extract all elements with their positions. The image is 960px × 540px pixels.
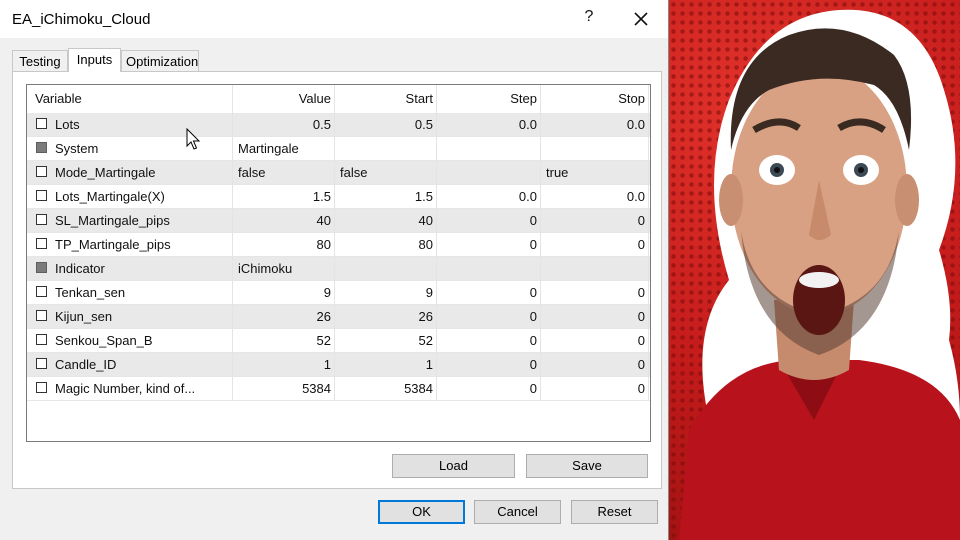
cell-variable: TP_Martingale_pips: [27, 233, 233, 256]
header-step[interactable]: Step: [437, 85, 541, 113]
cell-stop[interactable]: 0: [541, 233, 649, 256]
cell-stop[interactable]: 0: [541, 353, 649, 376]
cell-stop[interactable]: 0: [541, 281, 649, 304]
cell-start[interactable]: 1.5: [335, 185, 437, 208]
cell-value[interactable]: false: [233, 161, 335, 184]
cell-value[interactable]: 0.5: [233, 113, 335, 136]
reaction-photo: [669, 0, 960, 540]
cell-step[interactable]: [437, 257, 541, 280]
table-header: Variable Value Start Step Stop: [27, 85, 650, 114]
window-title: EA_iChimoku_Cloud: [12, 11, 151, 28]
cell-value[interactable]: 80: [233, 233, 335, 256]
cell-variable: Magic Number, kind of...: [27, 377, 233, 400]
ok-button[interactable]: OK: [378, 500, 465, 524]
cell-variable: Tenkan_sen: [27, 281, 233, 304]
cell-variable: Indicator: [27, 257, 233, 280]
cell-stop[interactable]: 0.0: [541, 113, 649, 136]
table-row[interactable]: Magic Number, kind of... 5384 5384 0 0: [27, 377, 650, 401]
title-bar: EA_iChimoku_Cloud ?: [0, 0, 668, 38]
cell-start[interactable]: 80: [335, 233, 437, 256]
cell-variable: Mode_Martingale: [27, 161, 233, 184]
tab-inputs[interactable]: Inputs: [68, 48, 121, 72]
table-row[interactable]: Indicator iChimoku: [27, 257, 650, 281]
table-row[interactable]: Kijun_sen 26 26 0 0: [27, 305, 650, 329]
cell-step[interactable]: 0.0: [437, 113, 541, 136]
table-row[interactable]: TP_Martingale_pips 80 80 0 0: [27, 233, 650, 257]
cell-value[interactable]: Martingale: [233, 137, 335, 160]
cell-start[interactable]: [335, 137, 437, 160]
table-row[interactable]: Lots 0.5 0.5 0.0 0.0: [27, 113, 650, 137]
close-icon[interactable]: [628, 6, 654, 32]
cell-start[interactable]: 9: [335, 281, 437, 304]
header-start[interactable]: Start: [335, 85, 437, 113]
cell-variable: Kijun_sen: [27, 305, 233, 328]
cell-value[interactable]: 5384: [233, 377, 335, 400]
header-value[interactable]: Value: [233, 85, 335, 113]
mouse-pointer-icon: [186, 127, 202, 152]
cell-step[interactable]: 0.0: [437, 185, 541, 208]
cell-start[interactable]: 5384: [335, 377, 437, 400]
header-variable[interactable]: Variable: [27, 85, 233, 113]
cell-start[interactable]: 1: [335, 353, 437, 376]
cell-stop[interactable]: 0: [541, 329, 649, 352]
cell-value[interactable]: 26: [233, 305, 335, 328]
cell-variable: System: [27, 137, 233, 160]
save-button[interactable]: Save: [526, 454, 648, 478]
cell-step[interactable]: 0: [437, 305, 541, 328]
cell-step[interactable]: 0: [437, 329, 541, 352]
cell-stop[interactable]: [541, 257, 649, 280]
strategy-tester-dialog: EA_iChimoku_Cloud ? Testing Inputs Optim…: [0, 0, 669, 540]
header-stop[interactable]: Stop: [541, 85, 649, 113]
table-row[interactable]: SL_Martingale_pips 40 40 0 0: [27, 209, 650, 233]
surprised-man-image: [679, 9, 960, 540]
cell-variable: Senkou_Span_B: [27, 329, 233, 352]
cell-stop[interactable]: [541, 137, 649, 160]
cell-start[interactable]: 52: [335, 329, 437, 352]
cell-variable: Lots: [27, 113, 233, 136]
cell-stop[interactable]: true: [541, 161, 649, 184]
cell-step[interactable]: [437, 137, 541, 160]
cell-start[interactable]: false: [335, 161, 437, 184]
tab-testing[interactable]: Testing: [12, 50, 68, 71]
inputs-table: Variable Value Start Step Stop Lots 0.5 0.…: [26, 84, 651, 442]
cancel-button[interactable]: Cancel: [474, 500, 561, 524]
cell-value[interactable]: 40: [233, 209, 335, 232]
cell-step[interactable]: 0: [437, 353, 541, 376]
cell-variable: Candle_ID: [27, 353, 233, 376]
table-row[interactable]: Tenkan_sen 9 9 0 0: [27, 281, 650, 305]
table-row[interactable]: System Martingale: [27, 137, 650, 161]
table-row[interactable]: Lots_Martingale(X) 1.5 1.5 0.0 0.0: [27, 185, 650, 209]
cell-start[interactable]: 26: [335, 305, 437, 328]
cell-step[interactable]: [437, 161, 541, 184]
tab-optimization[interactable]: Optimization: [121, 50, 199, 71]
cell-start[interactable]: 0.5: [335, 113, 437, 136]
cell-step[interactable]: 0: [437, 281, 541, 304]
cell-step[interactable]: 0: [437, 377, 541, 400]
cell-stop[interactable]: 0: [541, 305, 649, 328]
cell-stop[interactable]: 0: [541, 377, 649, 400]
reset-button[interactable]: Reset: [571, 500, 658, 524]
cell-step[interactable]: 0: [437, 209, 541, 232]
cell-step[interactable]: 0: [437, 233, 541, 256]
cell-stop[interactable]: 0.0: [541, 185, 649, 208]
load-button[interactable]: Load: [392, 454, 515, 478]
help-button[interactable]: ?: [580, 8, 598, 30]
cell-variable: Lots_Martingale(X): [27, 185, 233, 208]
cell-value[interactable]: 52: [233, 329, 335, 352]
table-row[interactable]: Mode_Martingale false false true: [27, 161, 650, 185]
cell-value[interactable]: 9: [233, 281, 335, 304]
cell-value[interactable]: iChimoku: [233, 257, 335, 280]
cell-value[interactable]: 1: [233, 353, 335, 376]
cell-stop[interactable]: 0: [541, 209, 649, 232]
cell-value[interactable]: 1.5: [233, 185, 335, 208]
table-row[interactable]: Senkou_Span_B 52 52 0 0: [27, 329, 650, 353]
cell-start[interactable]: [335, 257, 437, 280]
cell-start[interactable]: 40: [335, 209, 437, 232]
table-row[interactable]: Candle_ID 1 1 0 0: [27, 353, 650, 377]
cell-variable: SL_Martingale_pips: [27, 209, 233, 232]
